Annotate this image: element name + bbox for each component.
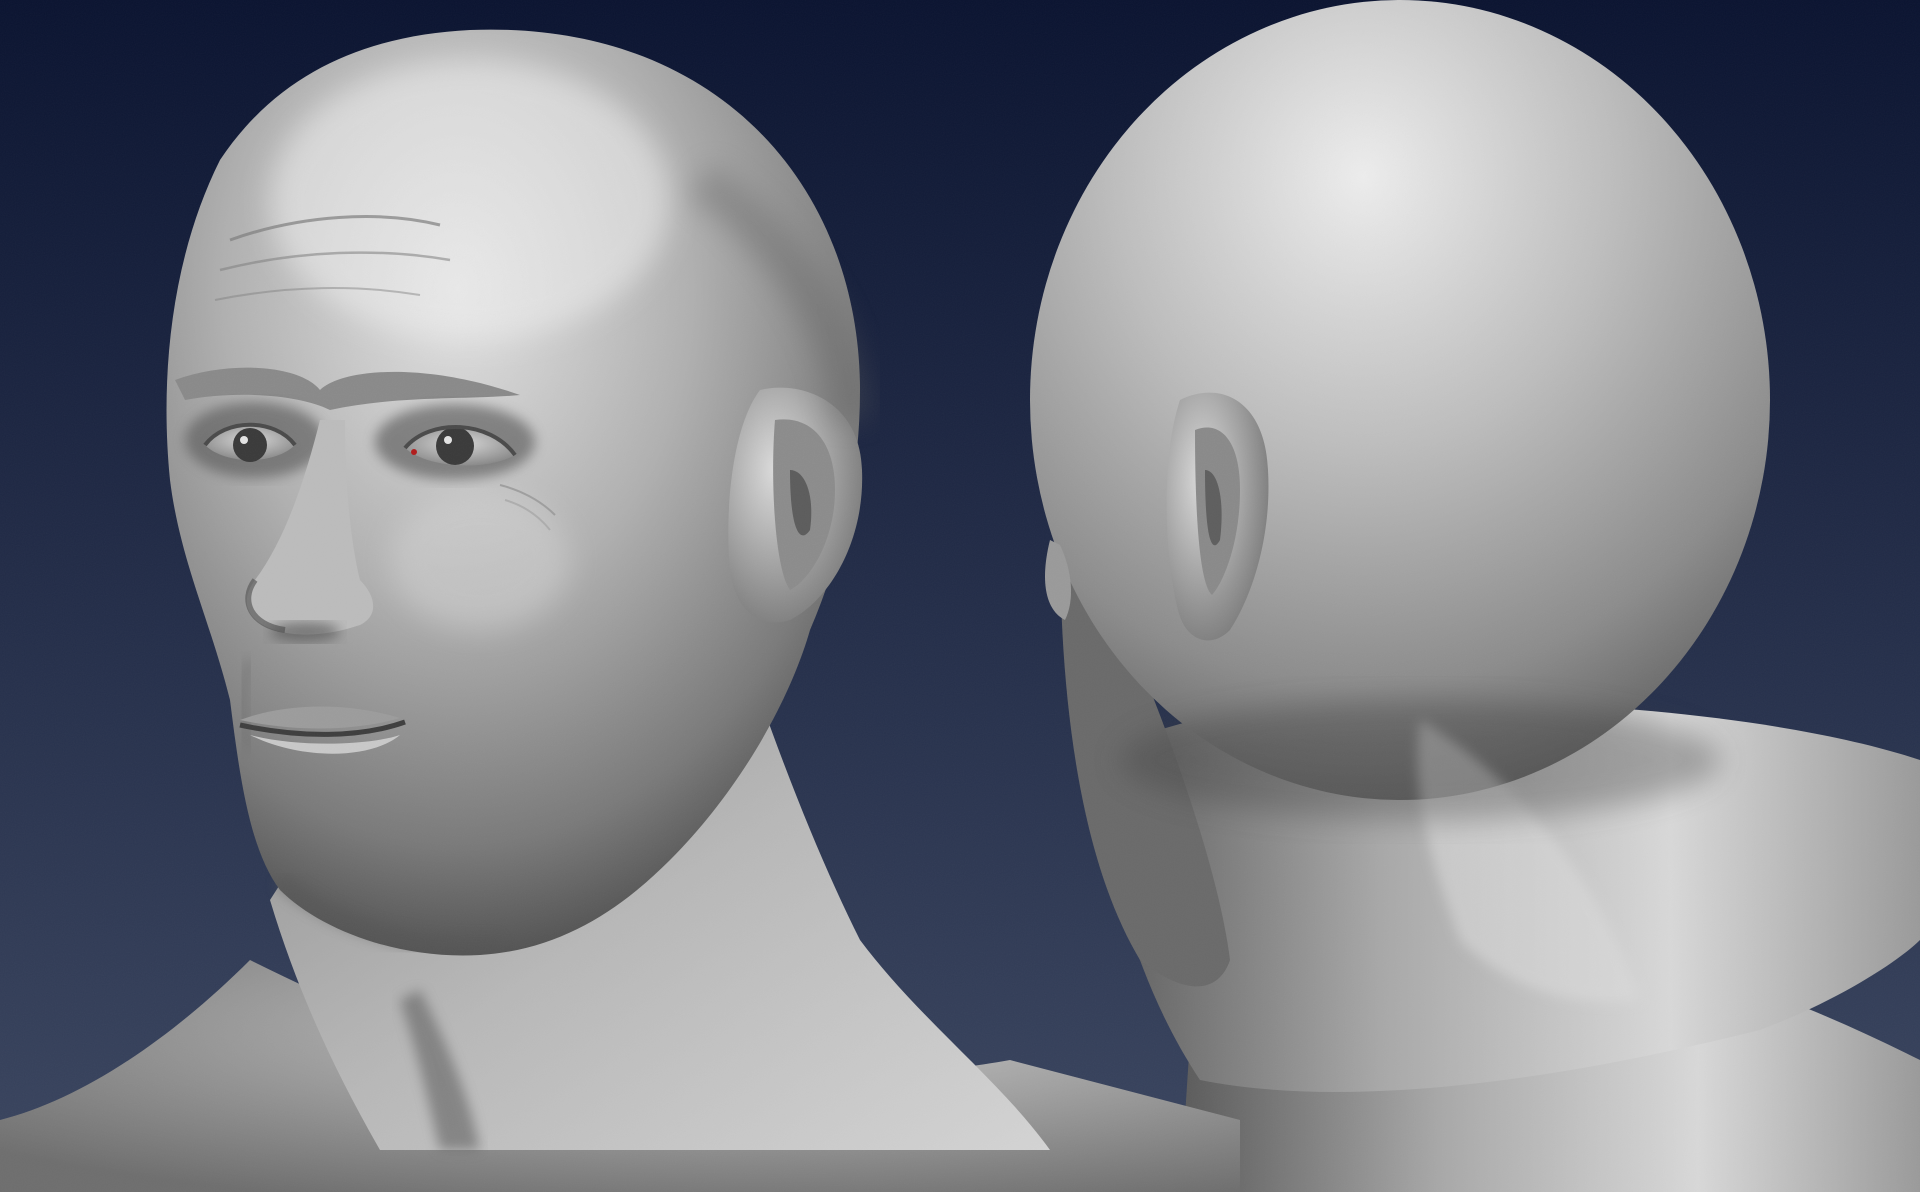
sculpt-render [0, 0, 1920, 1192]
back-skull [1030, 0, 1770, 800]
sculpt-render-viewport [0, 0, 1920, 1192]
